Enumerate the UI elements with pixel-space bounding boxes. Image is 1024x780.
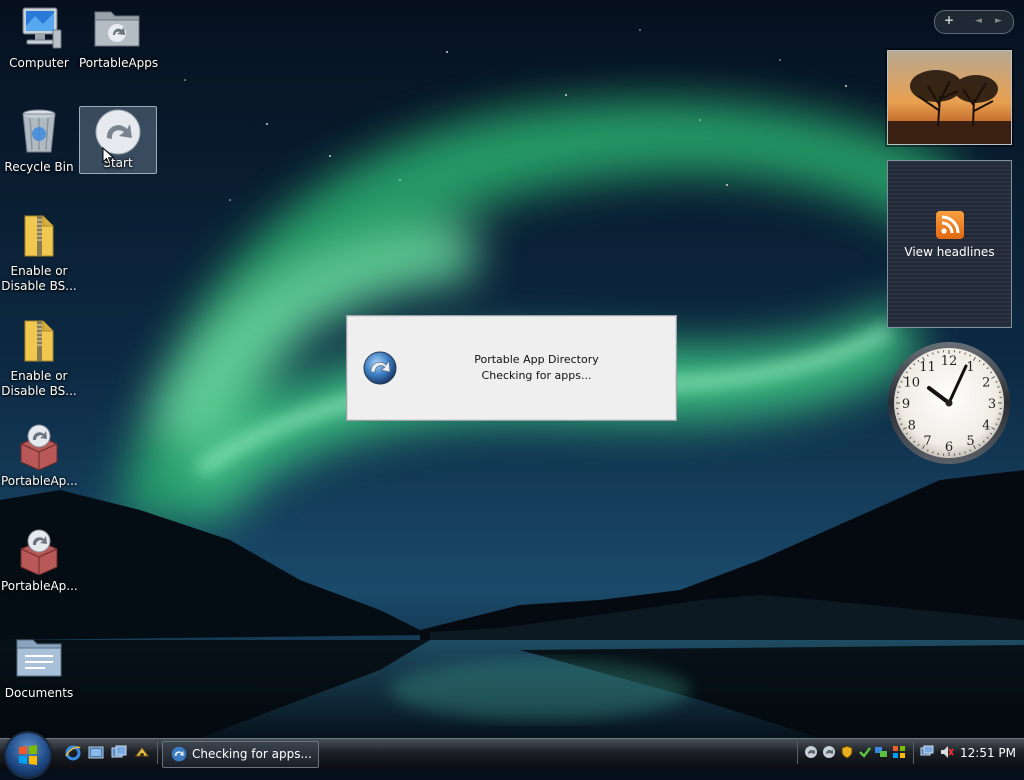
desktop-icon-label: Documents xyxy=(1,686,77,701)
portable-app-directory-icon xyxy=(171,746,187,762)
clock-tick xyxy=(933,452,934,454)
internet-explorer-icon[interactable] xyxy=(64,744,82,762)
desktop-icon-start[interactable]: Start xyxy=(79,106,157,174)
desktop-icon-label: Recycle Bin xyxy=(1,160,77,175)
clock-tick xyxy=(965,353,966,355)
rss-icon xyxy=(936,211,964,239)
computer-icon xyxy=(13,4,65,52)
start-button[interactable] xyxy=(6,733,50,777)
windows-logo-icon xyxy=(6,733,50,777)
analog-clock: 121234567891011 xyxy=(886,340,1012,466)
taskbar-separator xyxy=(157,742,158,764)
clock-number: 4 xyxy=(982,419,990,434)
desktop-icon-computer[interactable]: Computer xyxy=(1,4,77,71)
next-gadget-button[interactable]: ► xyxy=(995,16,1002,26)
taskbar-item-label: Checking for apps... xyxy=(192,747,312,761)
volume-muted-icon[interactable] xyxy=(940,745,954,759)
clock-tick xyxy=(998,387,1000,388)
clock-number: 1 xyxy=(966,360,974,375)
desktop-icon-recycle-bin[interactable]: Recycle Bin xyxy=(1,108,77,175)
desktop-icon-portableapps-installer-1[interactable]: PortableAp... xyxy=(1,422,77,489)
zip-folder-icon xyxy=(13,212,65,260)
desktop-icon-label: Computer xyxy=(1,56,77,71)
clock-number: 9 xyxy=(902,397,910,412)
windows-flag-icon[interactable] xyxy=(892,745,906,759)
clock-tick xyxy=(899,387,901,388)
desktop-icon-enable-disable-bs-2[interactable]: Enable or Disable BS... xyxy=(1,317,77,399)
taskbar-item-checking-for-apps[interactable]: Checking for apps... xyxy=(162,741,319,768)
clock-gadget[interactable]: 121234567891011 xyxy=(886,340,1012,466)
clock-number: 5 xyxy=(966,434,974,449)
app-shortcut-icon[interactable] xyxy=(133,744,151,762)
clock-tick xyxy=(998,419,1000,420)
installer-package-icon xyxy=(13,527,65,575)
portable-app-directory-icon xyxy=(363,351,397,385)
sidebar-controls: + ◄ ► xyxy=(934,10,1014,34)
desktop-icon-enable-disable-bs-1[interactable]: Enable or Disable BS... xyxy=(1,212,77,294)
tray-separator xyxy=(797,742,798,764)
installer-package-icon xyxy=(13,422,65,470)
desktop-icon-documents[interactable]: Documents xyxy=(1,634,77,701)
desktop-icon-portableapps-folder[interactable]: PortableApps xyxy=(79,4,155,71)
clock-tick xyxy=(933,353,934,355)
previous-gadget-button[interactable]: ◄ xyxy=(975,16,982,26)
network-status-icon[interactable] xyxy=(920,745,934,759)
network-icon[interactable] xyxy=(874,745,888,759)
zip-folder-icon xyxy=(13,317,65,365)
clock-tick xyxy=(965,452,966,454)
update-icon[interactable] xyxy=(858,745,872,759)
slideshow-gadget[interactable] xyxy=(887,50,1012,145)
desktop-icon-label: PortableAp... xyxy=(1,579,77,594)
folder-icon xyxy=(91,4,143,52)
documents-folder-icon xyxy=(13,634,65,682)
portableapps-tray-icon-2[interactable] xyxy=(822,745,836,759)
view-headlines-label[interactable]: View headlines xyxy=(888,245,1011,259)
desktop-icon-label: PortableApps xyxy=(79,56,155,71)
switch-windows-icon[interactable] xyxy=(110,744,128,762)
clock-number: 3 xyxy=(988,397,996,412)
portable-app-directory-splash: Portable App Directory Checking for apps… xyxy=(346,315,677,421)
mouse-cursor-icon xyxy=(102,147,116,167)
splash-title: Portable App Directory xyxy=(459,352,614,368)
clock-number: 12 xyxy=(941,354,958,369)
taskbar-clock[interactable]: 12:51 PM xyxy=(960,746,1016,760)
desktop-icon-label: Start xyxy=(80,156,156,171)
clock-number: 11 xyxy=(919,360,936,375)
portableapps-tray-icon[interactable] xyxy=(804,745,818,759)
security-shield-icon[interactable] xyxy=(840,745,854,759)
portableapps-logo-icon xyxy=(92,108,144,156)
clock-number: 2 xyxy=(982,376,990,391)
show-desktop-icon[interactable] xyxy=(87,744,105,762)
desktop-icon-label: Enable or Disable BS... xyxy=(1,264,77,294)
feed-headlines-gadget[interactable]: View headlines xyxy=(887,160,1012,328)
add-gadget-button[interactable]: + xyxy=(944,13,954,27)
tray-separator-2 xyxy=(913,742,914,764)
clock-tick xyxy=(899,419,901,420)
slideshow-photo xyxy=(888,51,1011,144)
clock-number: 7 xyxy=(923,434,931,449)
desktop-icon-label: PortableAp... xyxy=(1,474,77,489)
clock-number: 8 xyxy=(908,419,916,434)
splash-status: Checking for apps... xyxy=(459,368,614,384)
recycle-bin-icon xyxy=(13,108,65,156)
desktop-icon-label: Enable or Disable BS... xyxy=(1,369,77,399)
desktop-icon-portableapps-installer-2[interactable]: PortableAp... xyxy=(1,527,77,594)
